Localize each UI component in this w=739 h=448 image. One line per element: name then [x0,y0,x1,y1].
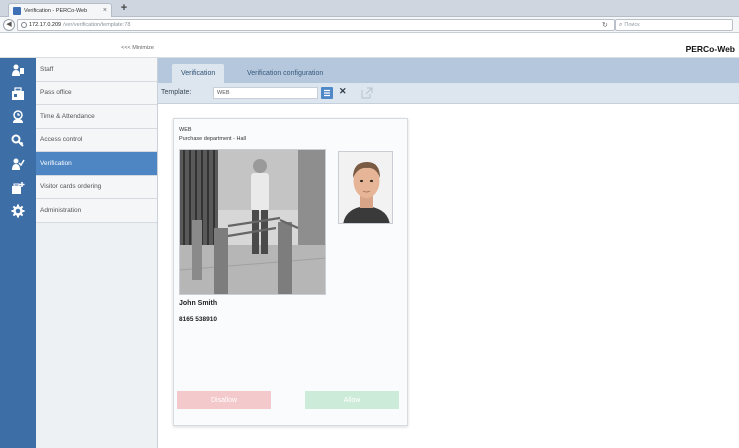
card-template-title: WEB [179,127,192,133]
sidebar-item-access-control[interactable]: Access control [36,128,157,152]
tab-verification-configuration[interactable]: Verification configuration [238,64,332,83]
app-header: <<< Minimize PERCo-Web [0,33,739,58]
template-input[interactable] [213,87,318,99]
browser-navbar: ◀ 172.17.0.209/ver/verification/template… [0,17,739,33]
brand-logo: PERCo-Web [685,44,735,54]
verification-icon[interactable] [10,156,26,172]
address-bar[interactable]: 172.17.0.209/ver/verification/template:7… [17,19,615,31]
tab-verification[interactable]: Verification [172,64,225,83]
browser-search-input[interactable]: ⌕ Поиск [615,19,733,31]
staff-icon[interactable] [10,62,26,78]
sidebar-item-pass-office[interactable]: Pass office [36,81,157,105]
visitor-cards-icon[interactable] [10,180,26,196]
browser-tabstrip: Verification - PERCo-Web × + [0,0,739,17]
sidebar-item-visitor-cards-ordering[interactable]: Visitor cards ordering [36,175,157,199]
template-toolbar: Template: ✕ [158,83,739,104]
site-info-icon[interactable] [21,22,27,28]
employee-photo [338,151,393,224]
disallow-button[interactable]: Disallow [177,391,271,409]
sidebar-menu: Staff Pass office Time & Attendance Acce… [36,58,158,448]
allow-button[interactable]: Allow [305,391,399,409]
main-tabs: Verification Verification configuration [158,58,739,83]
url-host: 172.17.0.209 [29,22,62,28]
browser-tab-title: Verification - PERCo-Web [24,7,88,14]
reload-icon[interactable]: ↻ [602,21,608,29]
browser-tab[interactable]: Verification - PERCo-Web × [8,3,112,17]
card-location: Purchase department - Hall [179,136,246,142]
favicon-icon [13,6,21,15]
sidebar-item-time-attendance[interactable]: Time & Attendance [36,105,157,129]
card-number: 8165 538910 [179,316,217,323]
tab-close-icon[interactable]: × [103,7,107,14]
search-placeholder: Поиск [624,22,640,28]
camera-snapshot [179,149,326,295]
sidebar-item-verification[interactable]: Verification [36,152,157,176]
sidebar-item-administration[interactable]: Administration [36,199,157,223]
clear-template-button[interactable]: ✕ [339,86,347,97]
person-name: John Smith [179,300,218,307]
time-attendance-icon[interactable] [10,109,26,125]
pass-office-icon[interactable] [10,86,26,102]
sidebar-icon-rail [0,58,36,448]
verification-card: WEB Purchase department - Hall John Smit… [173,118,408,426]
template-list-button[interactable] [321,87,333,99]
sidebar-item-staff[interactable]: Staff [36,58,157,82]
template-label: Template: [161,89,192,96]
search-icon: ⌕ [619,21,623,28]
new-tab-button[interactable]: + [118,2,130,14]
minimize-sidebar-link[interactable]: <<< Minimize [36,33,158,58]
gear-icon[interactable] [10,203,26,219]
open-in-new-window-icon[interactable] [361,87,373,99]
list-icon [324,89,330,97]
back-button[interactable]: ◀ [3,19,15,31]
url-path: /ver/verification/template:78 [63,22,131,28]
key-icon[interactable] [10,133,26,149]
